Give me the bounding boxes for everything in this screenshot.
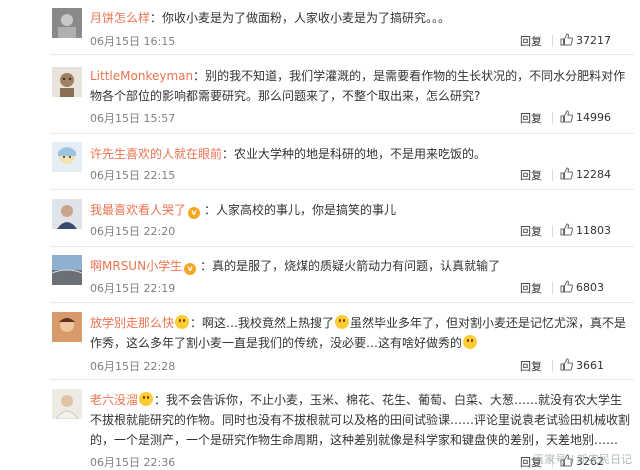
like-button[interactable]: 11803 [560,223,611,239]
timestamp: 06月15日 22:28 [90,360,176,373]
comment-content: ：我不会告诉你，不止小麦，玉米、棉花、花生、葡萄、白菜、大葱……就没有农大学生不… [90,393,631,447]
comment-text: 许先生喜欢的人就在眼前：农业大学种的地是科研的地，不是用来吃饭的。 [90,144,630,164]
avatar[interactable] [52,389,82,419]
thumbs-up-icon [560,358,573,374]
avatar[interactable] [52,312,82,342]
avatar[interactable] [52,67,82,97]
avatar[interactable] [52,142,82,172]
verified-badge-icon: v [188,207,201,219]
smiley-emoji-icon [175,315,190,329]
like-count: 6803 [576,281,604,294]
reply-button[interactable]: 回复 [520,167,542,183]
divider [552,35,553,47]
divider [552,360,553,372]
verified-badge-icon: v [184,263,197,275]
divider [552,282,553,294]
like-count: 12284 [576,168,611,181]
like-count: 37217 [576,34,611,47]
like-button[interactable]: 3661 [560,358,604,374]
thumbs-up-icon [560,33,573,49]
reply-button[interactable]: 回复 [520,110,542,126]
thumbs-up-icon [560,167,573,183]
reply-button[interactable]: 回复 [520,33,542,49]
divider [552,225,553,237]
avatar[interactable] [52,255,82,285]
reply-button[interactable]: 回复 [520,223,542,239]
thumbs-up-icon [560,280,573,296]
comment-item: 啊MRSUN小学生 v ：真的是服了，烧煤的质疑火箭动力有问题，认真就输了 06月1… [0,247,640,303]
comment-text: LittleMonkeyman：别的我不知道，我们学灌溉的，是需要看作物的生长状… [90,66,630,106]
username-link[interactable]: 月饼怎么样 [90,11,150,25]
avatar[interactable] [52,199,82,229]
timestamp: 06月15日 22:15 [90,169,176,182]
divider [552,169,553,181]
timestamp: 06月15日 22:20 [90,225,176,238]
username-link[interactable]: 放学别走那么快 [90,316,174,330]
comment-content: ：人家高校的事儿，你是搞笑的事儿 [204,203,397,217]
comment-item: 许先生喜欢的人就在眼前：农业大学种的地是科研的地，不是用来吃饭的。 06月15日… [0,134,640,190]
watermark: 百家号 / 新农民日记 [533,453,632,466]
username-link[interactable]: 啊MRSUN小学生 [90,259,182,273]
timestamp: 06月15日 16:15 [90,35,176,48]
comment-text: 放学别走那么快 ：啊这…我校竟然上热搜了 虽然毕业多年了，但对割小麦还是记忆尤深，真… [90,313,630,353]
comment-content: ：啊这…我校竟然上热搜了 [190,316,335,330]
like-button[interactable]: 14996 [560,110,611,126]
reply-button[interactable]: 回复 [520,280,542,296]
like-button[interactable]: 6803 [560,280,604,296]
username-link[interactable]: LittleMonkeyman [90,69,193,83]
timestamp: 06月15日 15:57 [90,112,176,125]
timestamp: 06月15日 22:36 [90,456,176,469]
comment-content: ：真的是服了，烧煤的质疑火箭动力有问题，认真就输了 [200,259,501,273]
comment-text: 老六没溜 ：我不会告诉你，不止小麦，玉米、棉花、花生、葡萄、白菜、大葱……就没有农… [90,390,630,450]
like-count: 3661 [576,359,604,372]
like-button[interactable]: 12284 [560,167,611,183]
smiley-emoji-icon [139,392,154,406]
comment-text: 我最喜欢看人哭了 v ：人家高校的事儿，你是搞笑的事儿 [90,200,630,220]
like-button[interactable]: 37217 [560,33,611,49]
comment-item: 放学别走那么快 ：啊这…我校竟然上热搜了 虽然毕业多年了，但对割小麦还是记忆尤深，真… [0,303,640,380]
comment-text: 月饼怎么样：你收小麦是为了做面粉，人家收小麦是为了搞研究。。。 [90,8,630,28]
username-link[interactable]: 许先生喜欢的人就在眼前 [90,147,222,161]
comment-text: 啊MRSUN小学生 v ：真的是服了，烧煤的质疑火箭动力有问题，认真就输了 [90,256,630,276]
thumbs-up-icon [560,223,573,239]
like-count: 11803 [576,224,611,237]
comment-item: 我最喜欢看人哭了 v ：人家高校的事儿，你是搞笑的事儿 06月15日 22:20 回… [0,190,640,247]
timestamp: 06月15日 22:19 [90,282,176,295]
username-link[interactable]: 老六没溜 [90,393,138,407]
avatar[interactable] [52,8,82,38]
like-count: 14996 [576,111,611,124]
thumbs-up-icon [560,110,573,126]
grin-emoji-icon [335,315,350,329]
reply-button[interactable]: 回复 [520,358,542,374]
comment-item: LittleMonkeyman：别的我不知道，我们学灌溉的，是需要看作物的生长状… [0,55,640,134]
laugh-emoji-icon [463,335,478,349]
comment-content: ：你收小麦是为了做面粉，人家收小麦是为了搞研究。。。 [150,11,451,25]
username-link[interactable]: 我最喜欢看人哭了 [90,203,186,217]
comment-content: ：农业大学种的地是科研的地，不是用来吃饭的。 [222,147,487,161]
divider [552,112,553,124]
comment-item: 月饼怎么样：你收小麦是为了做面粉，人家收小麦是为了搞研究。。。 06月15日 1… [0,0,640,55]
